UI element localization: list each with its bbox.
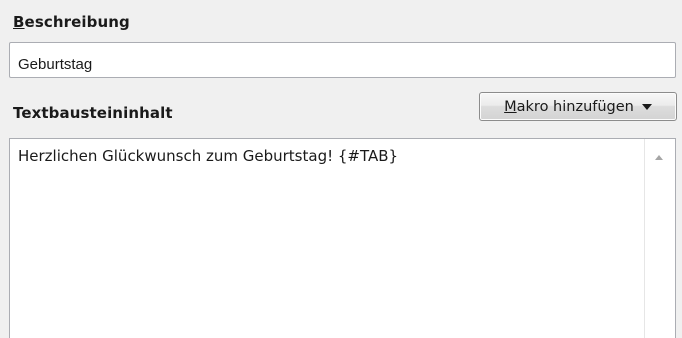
description-label-text: eschreibung	[24, 13, 130, 31]
description-label-mnemonic: B	[13, 13, 25, 31]
description-input[interactable]	[9, 42, 676, 78]
chevron-down-icon	[641, 104, 652, 110]
content-textarea[interactable]: Herzlichen Glückwunsch zum Geburtstag! {…	[9, 138, 676, 338]
add-macro-button-mnemonic: M	[504, 98, 517, 115]
description-label: Beschreibung	[13, 13, 130, 31]
scroll-up-arrow-icon[interactable]	[655, 155, 663, 160]
add-macro-button[interactable]: Makro hinzufügen	[479, 92, 677, 121]
content-label: Textbausteininhalt	[13, 104, 173, 122]
content-text: Herzlichen Glückwunsch zum Geburtstag! {…	[18, 147, 399, 165]
vertical-scrollbar[interactable]	[644, 139, 675, 338]
add-macro-button-text: akro hinzufügen	[516, 98, 634, 115]
add-macro-button-label: Makro hinzufügen	[504, 99, 634, 115]
